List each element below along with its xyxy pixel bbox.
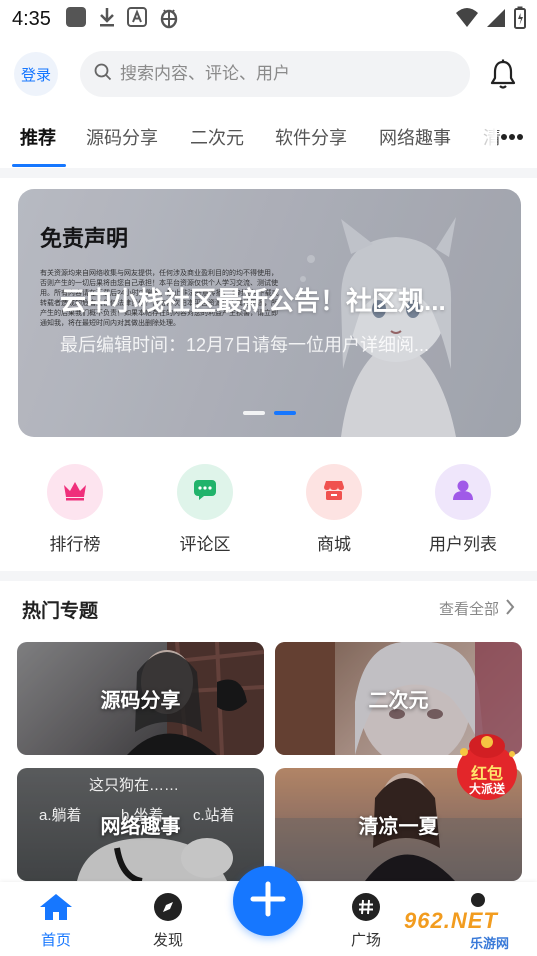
section-divider bbox=[0, 168, 537, 178]
nav-square[interactable]: 广场 bbox=[326, 892, 406, 950]
carousel-dot-active[interactable] bbox=[274, 411, 296, 415]
quick-entry-label: 排行榜 bbox=[49, 535, 101, 554]
search-icon bbox=[94, 63, 112, 86]
tab-source-code[interactable]: 源码分享 bbox=[86, 124, 158, 150]
status-bar: 4:35 bbox=[0, 0, 537, 38]
nav-label: 发现 bbox=[152, 932, 183, 949]
site-watermark: 962.NET 乐游网 bbox=[398, 908, 532, 951]
quick-entry-label: 商城 bbox=[317, 535, 351, 554]
announcement-banner[interactable]: 免责声明 有关资源均来自网络收集与网友提供，任何涉及商业盈利目的的均不得使用，否… bbox=[18, 189, 521, 437]
nav-discover[interactable]: 发现 bbox=[128, 892, 208, 950]
plus-icon bbox=[250, 881, 286, 922]
chat-bubble-icon bbox=[193, 479, 217, 506]
quick-entry-ranking[interactable]: 排行榜 bbox=[25, 464, 125, 555]
app-a-icon bbox=[126, 6, 147, 32]
hashtag-icon bbox=[351, 893, 381, 926]
watermark-brand: 962.NET bbox=[404, 908, 498, 933]
banner-subtitle: 最后编辑时间：12月7日请每一位用户详细阅... bbox=[60, 335, 430, 355]
tab-software[interactable]: 软件分享 bbox=[275, 124, 347, 150]
tabs-fade bbox=[457, 112, 497, 162]
crown-icon bbox=[62, 479, 88, 506]
home-icon bbox=[39, 894, 73, 926]
topic-card-internet-fun[interactable]: 这只狗在…… a.躺着 b.坐着 c.站着 网络趣事 bbox=[17, 768, 264, 881]
quick-entry-shop[interactable]: 商城 bbox=[284, 464, 384, 555]
more-icon[interactable] bbox=[501, 128, 523, 146]
users-icon-bg bbox=[435, 464, 491, 520]
user-icon bbox=[452, 479, 474, 506]
wifi-icon bbox=[455, 7, 479, 34]
active-tab-indicator bbox=[12, 164, 66, 167]
watermark-sub: 乐游网 bbox=[470, 936, 510, 951]
hot-topics-title: 热门专题 bbox=[22, 601, 99, 622]
topic-card-label: 二次元 bbox=[368, 690, 429, 712]
quick-entry-label: 用户列表 bbox=[429, 535, 497, 554]
login-button[interactable]: 登录 bbox=[14, 52, 58, 96]
shop-icon bbox=[322, 479, 346, 506]
see-all-label: 查看全部 bbox=[438, 601, 499, 618]
notification-square-icon bbox=[65, 6, 87, 33]
quick-entry-comments[interactable]: 评论区 bbox=[155, 464, 255, 555]
banner-title: 云中小栈社区最新公告！社区规... bbox=[60, 286, 446, 316]
download-icon bbox=[97, 6, 117, 33]
comments-icon-bg bbox=[177, 464, 233, 520]
topic-card-label: 网络趣事 bbox=[100, 816, 181, 838]
compass-icon bbox=[153, 893, 183, 926]
meme-caption: 这只狗在…… bbox=[89, 777, 180, 794]
topic-card-label: 源码分享 bbox=[100, 690, 181, 712]
see-all-link[interactable]: 查看全部 bbox=[439, 598, 515, 619]
create-post-button[interactable] bbox=[233, 866, 303, 936]
section-divider bbox=[0, 571, 537, 581]
category-tabs: 推荐 源码分享 二次元 软件分享 网络趣事 清 bbox=[0, 112, 537, 167]
battery-icon bbox=[513, 6, 527, 35]
ranking-icon-bg bbox=[47, 464, 103, 520]
topic-card-label: 清凉一夏 bbox=[358, 816, 439, 838]
quick-entry-users[interactable]: 用户列表 bbox=[413, 464, 513, 555]
red-packet-subtitle: 大派送 bbox=[468, 782, 505, 796]
red-packet-promo[interactable]: 红包 大派送 bbox=[452, 732, 522, 804]
bell-icon[interactable] bbox=[488, 58, 518, 95]
tab-anime[interactable]: 二次元 bbox=[190, 124, 244, 150]
nav-label: 首页 bbox=[40, 932, 71, 949]
quick-entry-label: 评论区 bbox=[179, 535, 231, 554]
tab-recommend[interactable]: 推荐 bbox=[20, 124, 56, 150]
nav-label: 广场 bbox=[350, 932, 381, 949]
tab-internet-fun[interactable]: 网络趣事 bbox=[379, 124, 451, 150]
bug-icon bbox=[157, 5, 181, 34]
top-header: 登录 bbox=[0, 46, 537, 102]
nav-home[interactable]: 首页 bbox=[16, 892, 96, 950]
shop-icon-bg bbox=[306, 464, 362, 520]
status-time: 4:35 bbox=[12, 7, 51, 30]
chevron-right-icon bbox=[505, 598, 515, 619]
topic-card-source-code[interactable]: 源码分享 bbox=[17, 642, 264, 755]
cell-signal-icon bbox=[485, 7, 507, 34]
search-input[interactable] bbox=[120, 64, 440, 84]
search-bar[interactable] bbox=[80, 51, 470, 97]
carousel-dot[interactable] bbox=[243, 411, 265, 415]
